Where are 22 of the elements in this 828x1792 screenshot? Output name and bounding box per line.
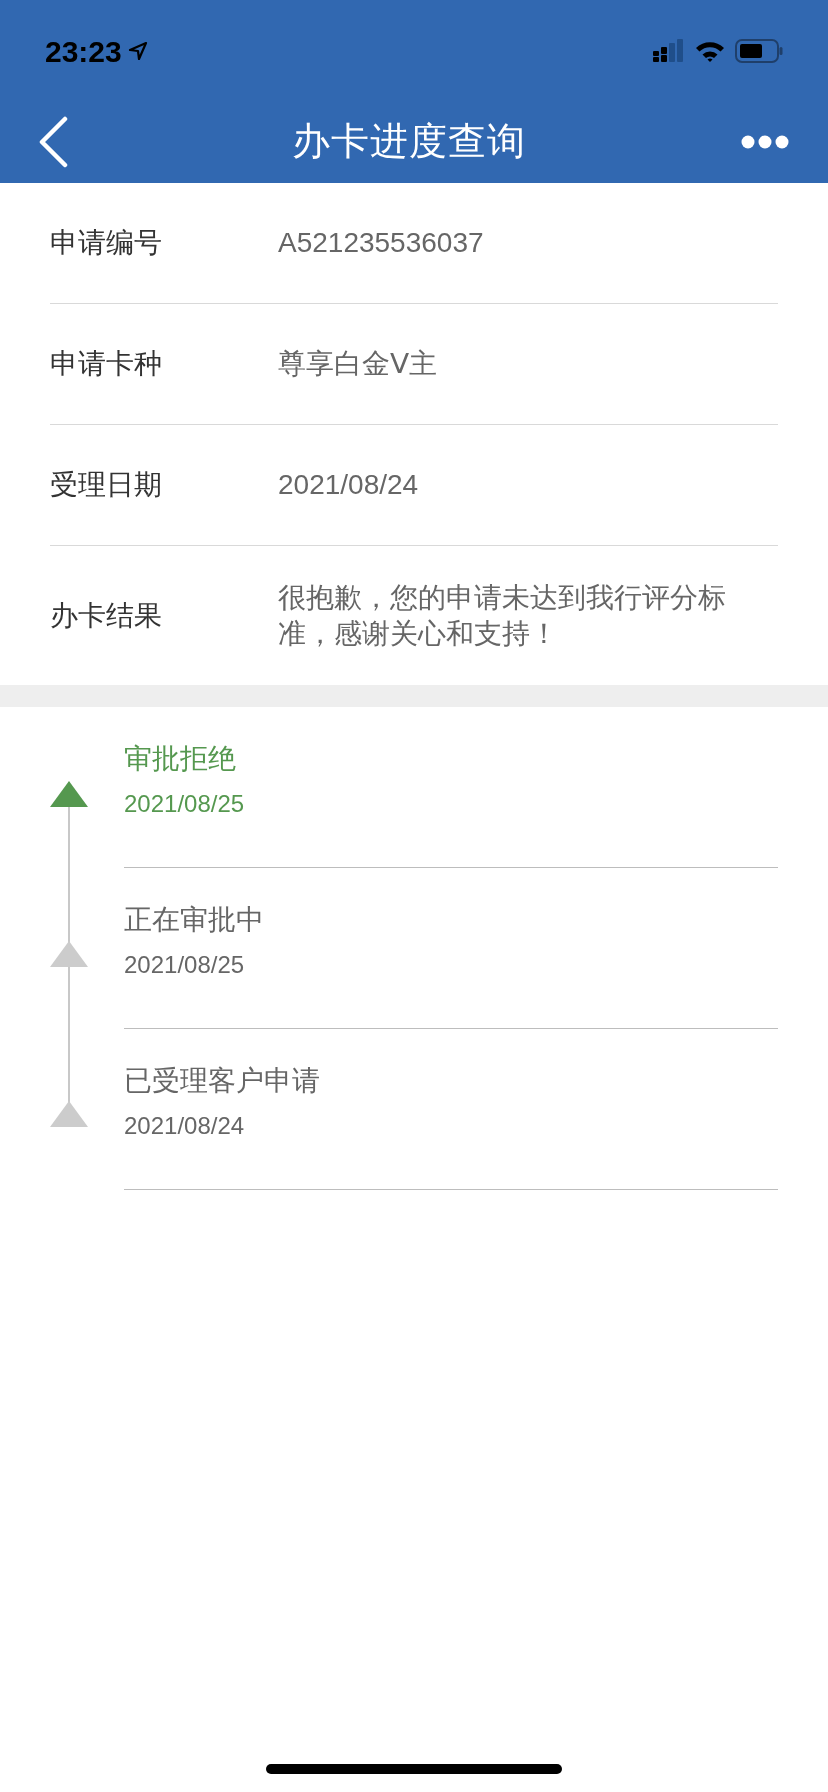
detail-label: 办卡结果 (50, 598, 163, 633)
signal-icon (653, 39, 685, 63)
status-time: 23:23 (45, 33, 122, 70)
detail-value: A521235536037 (278, 226, 485, 260)
detail-label: 申请编号 (50, 226, 163, 260)
detail-value: 2021/08/24 (278, 468, 420, 502)
wifi-icon (695, 40, 725, 62)
timeline-date: 2021/08/25 (124, 789, 246, 819)
back-icon (38, 115, 68, 168)
page-title: 办卡进度查询 (292, 119, 526, 164)
location-arrow-icon (127, 41, 148, 61)
more-icon (741, 134, 789, 149)
detail-label: 申请卡种 (50, 347, 163, 381)
timeline-title: 审批拒绝 (124, 742, 237, 776)
timeline-title: 正在审批中 (124, 903, 265, 937)
detail-value: 很抱歉，您的申请未达到我行评分标准，感谢关心和支持！ (278, 580, 727, 651)
timeline-date: 2021/08/25 (124, 950, 246, 980)
detail-value: 尊享白金Ⅴ主 (278, 347, 438, 381)
detail-label: 受理日期 (50, 468, 163, 502)
battery-icon (735, 39, 783, 63)
timeline-date: 2021/08/24 (124, 1111, 246, 1141)
timeline-title: 已受理客户申请 (124, 1064, 321, 1098)
